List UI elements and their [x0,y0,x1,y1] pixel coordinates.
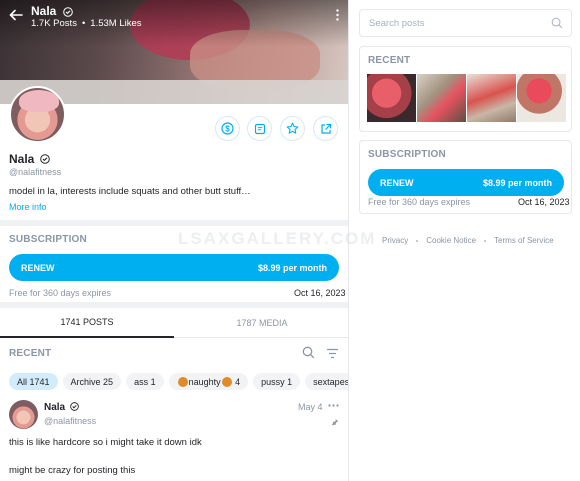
back-arrow-icon[interactable] [9,8,23,22]
media-thumbnail[interactable] [417,74,466,122]
media-thumbnail[interactable] [467,74,516,122]
search-icon[interactable] [302,346,315,359]
more-horizontal-icon[interactable] [328,404,339,407]
profile-tabs: 1741 POSTS 1787 MEDIA [0,308,348,338]
privacy-link[interactable]: Privacy [382,236,408,245]
post-date: May 4 [298,402,323,412]
subscription-free-text: Free for 360 days expires [368,197,471,207]
more-info-link[interactable]: More info [9,202,47,212]
dollar-icon: $ [221,122,234,135]
search-icon[interactable] [551,17,563,29]
subscription-expire-date: Oct 16, 2023 [518,197,570,207]
profile-name: Nala [9,152,50,166]
chip-ass[interactable]: ass 1 [126,373,164,390]
chip-pussy[interactable]: pussy 1 [253,373,301,390]
chip-naughty[interactable]: naughty 4 [168,373,249,390]
post-author-handle: @nalafitness [44,416,97,426]
pin-icon [332,418,339,426]
recent-title: RECENT [9,348,52,359]
watermark: LSAXGALLERY.COM [178,229,377,248]
message-icon [254,123,265,134]
verified-icon [70,402,79,411]
cookie-notice-link[interactable]: Cookie Notice [426,236,476,245]
subscription-title: SUBSCRIPTION [9,234,87,245]
recent-media-card: RECENT [359,46,572,132]
svg-text:$: $ [225,124,230,133]
more-vertical-icon[interactable] [336,9,339,21]
recent-title: RECENT [368,55,411,66]
tab-media[interactable]: 1787 MEDIA [175,308,348,338]
tab-posts[interactable]: 1741 POSTS [0,308,174,338]
sidebar: Search posts RECENT SUBSCRIPTION RENEW $… [349,0,580,481]
renew-button[interactable]: RENEW $8.99 per month [368,169,564,196]
share-icon [320,123,331,134]
divider [0,220,348,226]
devil-emoji-icon [221,376,232,387]
subscription-free-text: Free for 360 days expires [9,288,112,298]
subscription-card: SUBSCRIPTION RENEW $8.99 per month Free … [359,140,572,214]
renew-button[interactable]: RENEW $8.99 per month [9,254,339,281]
header-stats: 1.7K Posts • 1.53M Likes [31,18,142,29]
profile-bio: model in la, interests include squats an… [9,186,251,197]
header-name: Nala [31,4,73,18]
profile-handle: @nalafitness [9,167,62,177]
verified-icon [39,154,50,164]
filter-chips: All 1741 Archive 25 ass 1 naughty 4 puss… [9,373,348,390]
top-bar: Nala 1.7K Posts • 1.53M Likes [0,0,348,34]
terms-link[interactable]: Terms of Service [494,236,554,245]
tip-button[interactable]: $ [215,116,240,141]
verified-icon [62,7,73,17]
recent-thumbnails [367,74,566,122]
profile-banner: Nala 1.7K Posts • 1.53M Likes [0,0,348,104]
message-button[interactable] [247,116,272,141]
devil-emoji-icon [177,376,188,387]
search-posts-input[interactable]: Search posts [359,9,572,37]
footer-links: Privacy Cookie Notice Terms of Service [382,236,554,245]
favorite-button[interactable] [280,116,305,141]
post-text: might be crazy for posting this [9,465,136,476]
profile-avatar[interactable] [9,86,66,143]
sort-icon[interactable] [326,348,339,359]
post-author-name[interactable]: Nala [44,402,79,413]
post-text: this is like hardcore so i might take it… [9,437,202,448]
share-button[interactable] [313,116,338,141]
star-icon [286,122,299,134]
chip-all[interactable]: All 1741 [9,373,58,390]
subscription-title: SUBSCRIPTION [368,149,446,160]
media-thumbnail[interactable] [517,74,566,122]
chip-sextapes[interactable]: sextapes 3 [305,373,348,390]
media-thumbnail[interactable] [367,74,416,122]
chip-archive[interactable]: Archive 25 [62,373,122,390]
post-avatar[interactable] [9,400,38,429]
subscription-expire-date: Oct 16, 2023 [294,288,346,298]
